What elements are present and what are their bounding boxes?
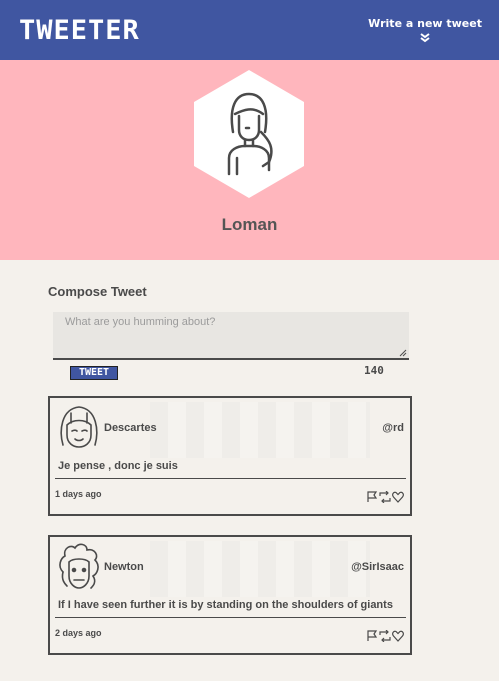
tweet-divider — [55, 617, 406, 618]
retweet-icon[interactable] — [379, 488, 391, 504]
compose-title: Compose Tweet — [48, 284, 147, 299]
flag-icon[interactable] — [366, 627, 378, 641]
tweet-divider — [55, 478, 406, 479]
retweet-icon[interactable] — [379, 627, 391, 643]
tweet-content: Je pense , donc je suis — [58, 460, 178, 472]
tweet-timestamp: 2 days ago — [55, 628, 102, 638]
tweet-actions — [366, 627, 404, 643]
character-counter: 140 — [364, 364, 384, 377]
header-background — [150, 402, 370, 458]
header-background — [150, 541, 370, 597]
resize-handle-icon[interactable] — [399, 349, 407, 357]
tweet-actions — [366, 488, 404, 504]
tweet-textarea[interactable] — [53, 312, 409, 360]
write-new-tweet-label: Write a new tweet — [368, 17, 482, 30]
profile-header: Loman — [0, 60, 499, 260]
brand-logo[interactable]: TWEETER — [19, 15, 140, 47]
tweet-author-name: Newton — [104, 561, 144, 573]
tweet-content: If I have seen further it is by standing… — [58, 599, 393, 611]
profile-avatar — [194, 70, 304, 198]
tweet-submit-button[interactable]: TWEET — [70, 366, 118, 380]
tweet-author-handle: @rd — [382, 422, 404, 434]
write-new-tweet-button[interactable]: Write a new tweet — [368, 17, 482, 43]
tweet-timestamp: 1 days ago — [55, 489, 102, 499]
flag-icon[interactable] — [366, 488, 378, 502]
heart-icon[interactable] — [392, 488, 404, 503]
descartes-avatar-icon — [60, 406, 98, 448]
newton-avatar-icon — [59, 543, 99, 589]
tweet-card: Descartes @rd Je pense , donc je suis 1 … — [48, 396, 412, 516]
tweet-author-handle: @SirIsaac — [351, 561, 404, 573]
double-chevron-down-icon — [420, 33, 430, 43]
profile-name: Loman — [221, 215, 278, 234]
tweet-author-name: Descartes — [104, 422, 157, 434]
heart-icon[interactable] — [392, 627, 404, 642]
top-nav: TWEETER Write a new tweet — [0, 0, 499, 60]
tweet-card: Newton @SirIsaac If I have seen further … — [48, 535, 412, 655]
